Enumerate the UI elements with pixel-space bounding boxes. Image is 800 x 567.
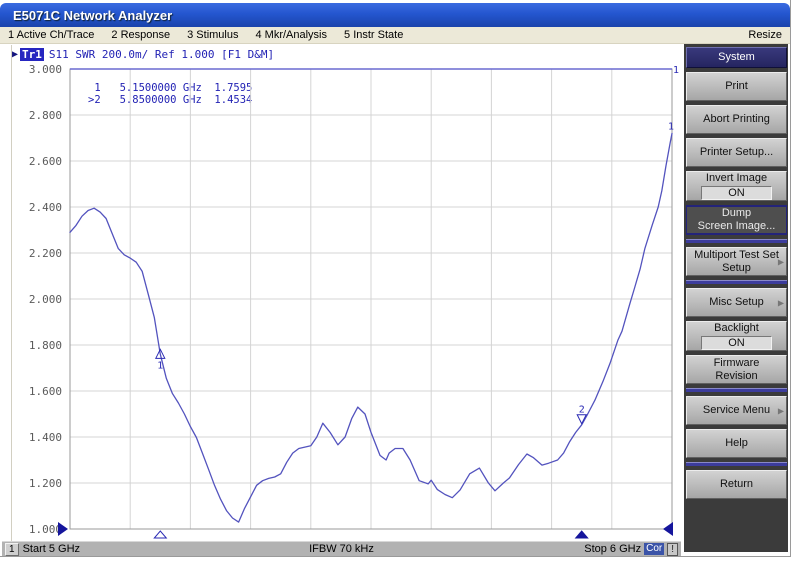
softkey-label: Print	[725, 80, 748, 93]
title-bar[interactable]: E5071C Network Analyzer	[0, 3, 790, 27]
softkey-invert-image[interactable]: Invert ImageON	[686, 171, 787, 201]
softkey-multiport-test-set-setup[interactable]: Multiport Test SetSetup ▶	[686, 247, 787, 276]
marker-2-stimulus-indicator[interactable]	[576, 531, 588, 538]
softkey-label: Misc Setup	[709, 296, 763, 309]
softkey-label: System	[718, 51, 755, 64]
softkey-label: Revision	[715, 370, 757, 383]
softkey-label: Invert Image	[706, 172, 767, 185]
softkey-label: Printer Setup...	[700, 146, 773, 159]
menu-item-2[interactable]: 2 Response	[111, 29, 170, 41]
graticule-svg: 1 1 1 2	[2, 45, 684, 541]
menu-bar: 1 Active Ch/Trace 2 Response 3 Stimulus 4 M…	[0, 27, 790, 44]
softkey-return[interactable]: Return	[686, 470, 787, 499]
menu-item-3[interactable]: 3 Stimulus	[187, 29, 238, 41]
menu-item-1[interactable]: 1 Active Ch/Trace	[8, 29, 94, 41]
softkey-help[interactable]: Help	[686, 429, 787, 458]
softkey-label: Service Menu	[703, 404, 770, 417]
marker-2-number: 2	[579, 405, 585, 416]
softkey-dump-screen-image[interactable]: DumpScreen Image...	[686, 205, 787, 235]
softkey-label: Dump	[722, 207, 751, 220]
app-window: E5071C Network Analyzer 1 Active Ch/Trac…	[0, 0, 791, 557]
softkey-group-separator	[686, 239, 787, 243]
start-frequency-label: Start 5 GHz	[23, 543, 80, 555]
status-bar: 1 Start 5 GHz IFBW 70 kHz Stop 6 GHz Cor…	[2, 541, 681, 556]
correction-status-badge: Cor	[644, 543, 664, 555]
softkey-group-separator	[686, 280, 787, 284]
softkey-printer-setup[interactable]: Printer Setup...	[686, 138, 787, 167]
submenu-arrow-icon: ▶	[778, 404, 784, 417]
menu-item-5[interactable]: 5 Instr State	[344, 29, 403, 41]
submenu-arrow-icon: ▶	[778, 255, 784, 268]
softkey-label: Help	[725, 437, 748, 450]
reference-level-indicator-right[interactable]	[663, 522, 673, 536]
menu-items-container: 1 Active Ch/Trace 2 Response 3 Stimulus 4 M…	[8, 29, 420, 41]
scale-top-label: 1	[673, 65, 679, 76]
stop-frequency-label: Stop 6 GHz	[584, 543, 641, 555]
softkey-label: Multiport Test Set	[694, 249, 779, 262]
softkey-backlight[interactable]: BacklightON	[686, 321, 787, 351]
softkey-firmware-revision[interactable]: FirmwareRevision	[686, 355, 787, 384]
menu-item-4[interactable]: 4 Mkr/Analysis	[255, 29, 327, 41]
softkey-print[interactable]: Print	[686, 72, 787, 101]
resize-button[interactable]: Resize	[748, 29, 782, 41]
alert-indicator: !	[667, 543, 678, 556]
softkey-group-separator	[686, 388, 787, 392]
reference-level-indicator-left[interactable]	[58, 522, 68, 536]
ifbw-label: IFBW 70 kHz	[2, 543, 681, 555]
softkey-label: Abort Printing	[703, 113, 770, 126]
softkey-group-separator	[686, 462, 787, 466]
instrument-screen: ▶ Tr1 S11 SWR 200.0m/ Ref 1.000 [F1 D&M]…	[2, 45, 684, 541]
softkey-label: Firmware	[714, 357, 760, 370]
channel-number-box[interactable]: 1	[5, 543, 19, 556]
softkey-misc-setup[interactable]: Misc Setup ▶	[686, 288, 787, 317]
marker-1-stimulus-indicator[interactable]	[154, 531, 166, 538]
softkey-service-menu[interactable]: Service Menu ▶	[686, 396, 787, 425]
softkey-abort-printing[interactable]: Abort Printing	[686, 105, 787, 134]
softkey-label: Screen Image...	[698, 220, 776, 233]
softkey-toggle-state: ON	[701, 336, 772, 350]
softkey-toggle-state: ON	[701, 186, 772, 200]
window-title: E5071C Network Analyzer	[13, 8, 172, 23]
marker-1-number: 1	[157, 360, 163, 371]
softkey-label: Backlight	[714, 322, 759, 335]
softkey-label: Setup	[722, 262, 751, 275]
softkey-system[interactable]: System	[686, 47, 787, 68]
softkey-label: Return	[720, 478, 753, 491]
softkey-sidebar: System Print Abort Printing Printer Setup..…	[684, 44, 788, 552]
submenu-arrow-icon: ▶	[778, 296, 784, 309]
trace-end-label: 1	[668, 121, 674, 132]
